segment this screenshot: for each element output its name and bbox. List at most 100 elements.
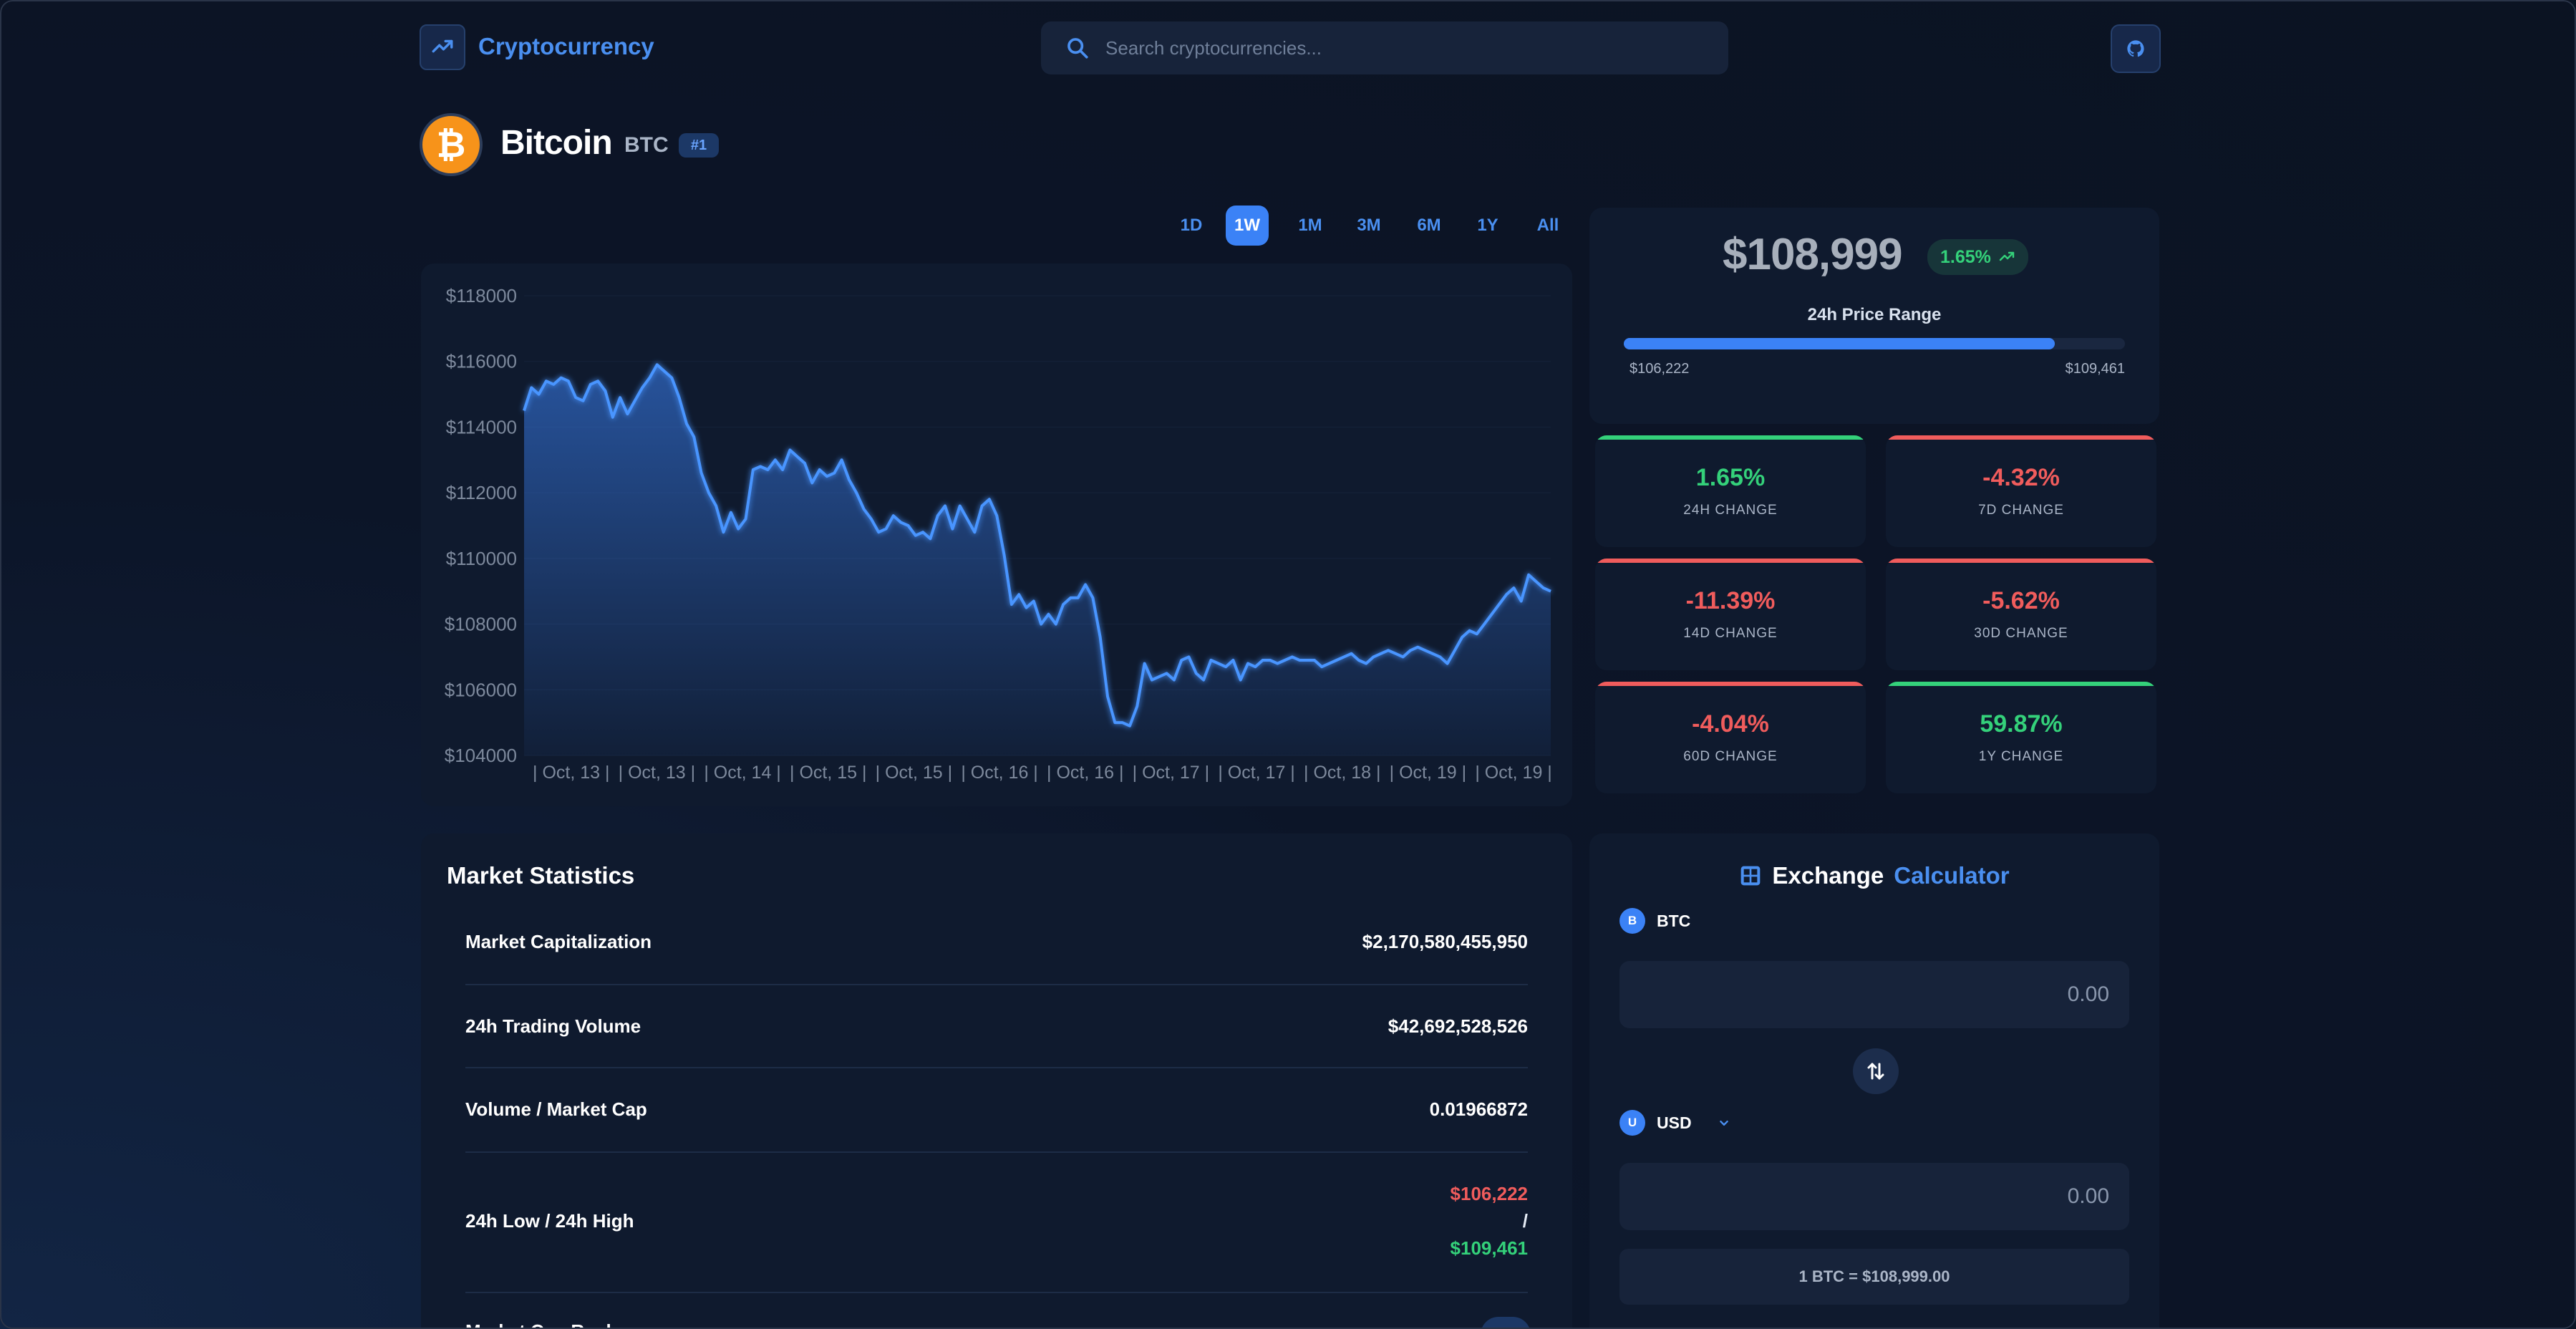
price-chart-svg: $118000 $116000 $114000 $112000 $110000 $1080…: [445, 285, 1552, 783]
stats-title: Market Statistics: [447, 862, 635, 889]
range-button-1d[interactable]: 1D: [1170, 206, 1213, 246]
swap-arrows-icon: [1867, 1063, 1884, 1080]
x-tick-label: | Oct, 17 |: [1218, 763, 1294, 783]
brand-title[interactable]: Cryptocurrency: [478, 33, 654, 60]
stat-value: $42,692,528,526: [1388, 1015, 1528, 1037]
range-button-1w[interactable]: 1W: [1226, 206, 1269, 246]
stat-value: 0.01966872: [1429, 1098, 1528, 1120]
change-indicator-bar: [1886, 682, 2156, 686]
change-indicator-bar: [1595, 682, 1866, 686]
range-low: $106,222: [1630, 361, 1690, 377]
market-statistics-card: Market Statistics Market Capitalization …: [421, 833, 1572, 1328]
github-icon: [2127, 40, 2144, 57]
x-tick-label: | Oct, 15 |: [876, 763, 952, 783]
stat-label: 24h Trading Volume: [465, 1015, 641, 1037]
github-button[interactable]: [2111, 24, 2161, 73]
low-value: $106,222: [1450, 1183, 1528, 1204]
change-card-14d: -11.39% 14D CHANGE: [1595, 559, 1866, 670]
coin-symbol: BTC: [624, 133, 669, 157]
range-button-1m[interactable]: 1M: [1289, 206, 1332, 246]
calculator-title-main: Exchange: [1772, 862, 1884, 889]
search-icon: [1067, 38, 1088, 59]
app-window: Cryptocurrency ₿ Bitcoin BTC #1 1D 1W 1M…: [0, 0, 2576, 1329]
change-label: 1Y CHANGE: [1978, 749, 2064, 764]
stat-row-market-cap: Market Capitalization $2,170,580,455,950: [465, 902, 1528, 985]
change-indicator-bar: [1886, 435, 2156, 440]
price-summary-card: $108,999 1.65% 24h Price Range $106,222 …: [1589, 208, 2159, 424]
calculator-title: Exchange Calculator: [1589, 862, 2159, 889]
coin-name: Bitcoin: [500, 124, 613, 162]
change-value: -11.39%: [1685, 587, 1776, 614]
y-tick-label: $112000: [446, 482, 517, 503]
change-card-24h: 1.65% 24H CHANGE: [1595, 435, 1866, 547]
change-value: -4.04%: [1692, 710, 1769, 738]
x-tick-label: | Oct, 14 |: [704, 763, 780, 783]
stat-label: Volume / Market Cap: [465, 1098, 647, 1120]
stat-value: $2,170,580,455,950: [1362, 931, 1528, 952]
change-label: 7D CHANGE: [1978, 503, 2064, 518]
change-value: -5.62%: [1982, 587, 2060, 614]
x-tick-label: | Oct, 16 |: [961, 763, 1037, 783]
change-value: 1.65%: [1695, 464, 1766, 491]
range-button-6m[interactable]: 6M: [1408, 206, 1451, 246]
stat-label: Market Capitalization: [465, 931, 652, 952]
change-card-60d: -4.04% 60D CHANGE: [1595, 682, 1866, 793]
change-label: 24H CHANGE: [1683, 503, 1778, 518]
y-tick-label: $114000: [446, 416, 517, 438]
range-button-all[interactable]: All: [1526, 206, 1569, 246]
price-area: [524, 364, 1551, 755]
logo-trend-icon[interactable]: [420, 24, 465, 70]
x-tick-label: | Oct, 17 |: [1133, 763, 1209, 783]
price-change-value: 1.65%: [1940, 246, 1991, 267]
change-indicator-bar: [1595, 435, 1866, 440]
change-indicator-bar: [1886, 559, 2156, 563]
swap-button[interactable]: [1853, 1048, 1899, 1094]
rank-chip: [1481, 1317, 1531, 1328]
y-tick-label: $104000: [445, 745, 517, 766]
y-tick-label: $118000: [446, 285, 517, 306]
price-range-bar: [1624, 338, 2125, 349]
from-currency-icon: B: [1619, 908, 1645, 934]
price-chart[interactable]: $118000 $116000 $114000 $112000 $110000 $1080…: [421, 264, 1572, 806]
change-card-1y: 59.87% 1Y CHANGE: [1886, 682, 2156, 793]
from-currency-label: BTC: [1657, 911, 1691, 930]
high-value: $109,461: [1450, 1237, 1528, 1259]
y-tick-label: $108000: [445, 614, 517, 635]
change-label: 30D CHANGE: [1974, 626, 2068, 641]
to-currency-select[interactable]: U USD: [1619, 1110, 1732, 1136]
x-tick-label: | Oct, 13 |: [619, 763, 695, 783]
trend-up-icon: [1999, 251, 2015, 261]
range-button-3m[interactable]: 3M: [1347, 206, 1390, 246]
current-price: $108,999: [1723, 230, 1903, 279]
from-currency: B BTC: [1619, 908, 1690, 934]
rank-badge: #1: [679, 133, 719, 158]
calculator-icon: [1741, 866, 1761, 886]
change-card-7d: -4.32% 7D CHANGE: [1886, 435, 2156, 547]
search-bar[interactable]: [1041, 21, 1728, 74]
low-high-separator: /: [1522, 1210, 1528, 1232]
from-amount-input[interactable]: [1619, 961, 2129, 1028]
range-button-1y[interactable]: 1Y: [1466, 206, 1509, 246]
stat-label: 24h Low / 24h High: [465, 1210, 634, 1232]
x-tick-label: | Oct, 13 |: [533, 763, 609, 783]
calculator-title-accent: Calculator: [1894, 862, 2010, 889]
stat-label-market-cap-rank: Market Cap Rank: [465, 1320, 616, 1328]
search-input[interactable]: [1105, 37, 1693, 59]
stat-row-volume: 24h Trading Volume $42,692,528,526: [465, 985, 1528, 1068]
x-tick-label: | Oct, 15 |: [790, 763, 866, 783]
bitcoin-logo-icon: ₿: [420, 113, 483, 176]
to-currency-icon: U: [1619, 1110, 1645, 1136]
change-label: 60D CHANGE: [1683, 749, 1778, 764]
to-amount-input[interactable]: [1619, 1163, 2129, 1230]
change-value: -4.32%: [1982, 464, 2060, 491]
stat-row-volume-mcap: Volume / Market Cap 0.01966872: [465, 1068, 1528, 1153]
chevron-down-icon: [1719, 1120, 1728, 1126]
y-tick-label: $106000: [445, 679, 517, 700]
change-value: 59.87%: [1980, 710, 2063, 738]
price-change-badge: 1.65%: [1927, 239, 2028, 275]
range-label: 24h Price Range: [1807, 305, 1942, 324]
y-tick-label: $116000: [446, 351, 517, 372]
stat-row-low-high: 24h Low / 24h High $106,222 / $109,461: [465, 1153, 1528, 1293]
x-tick-label: | Oct, 18 |: [1304, 763, 1380, 783]
change-card-30d: -5.62% 30D CHANGE: [1886, 559, 2156, 670]
